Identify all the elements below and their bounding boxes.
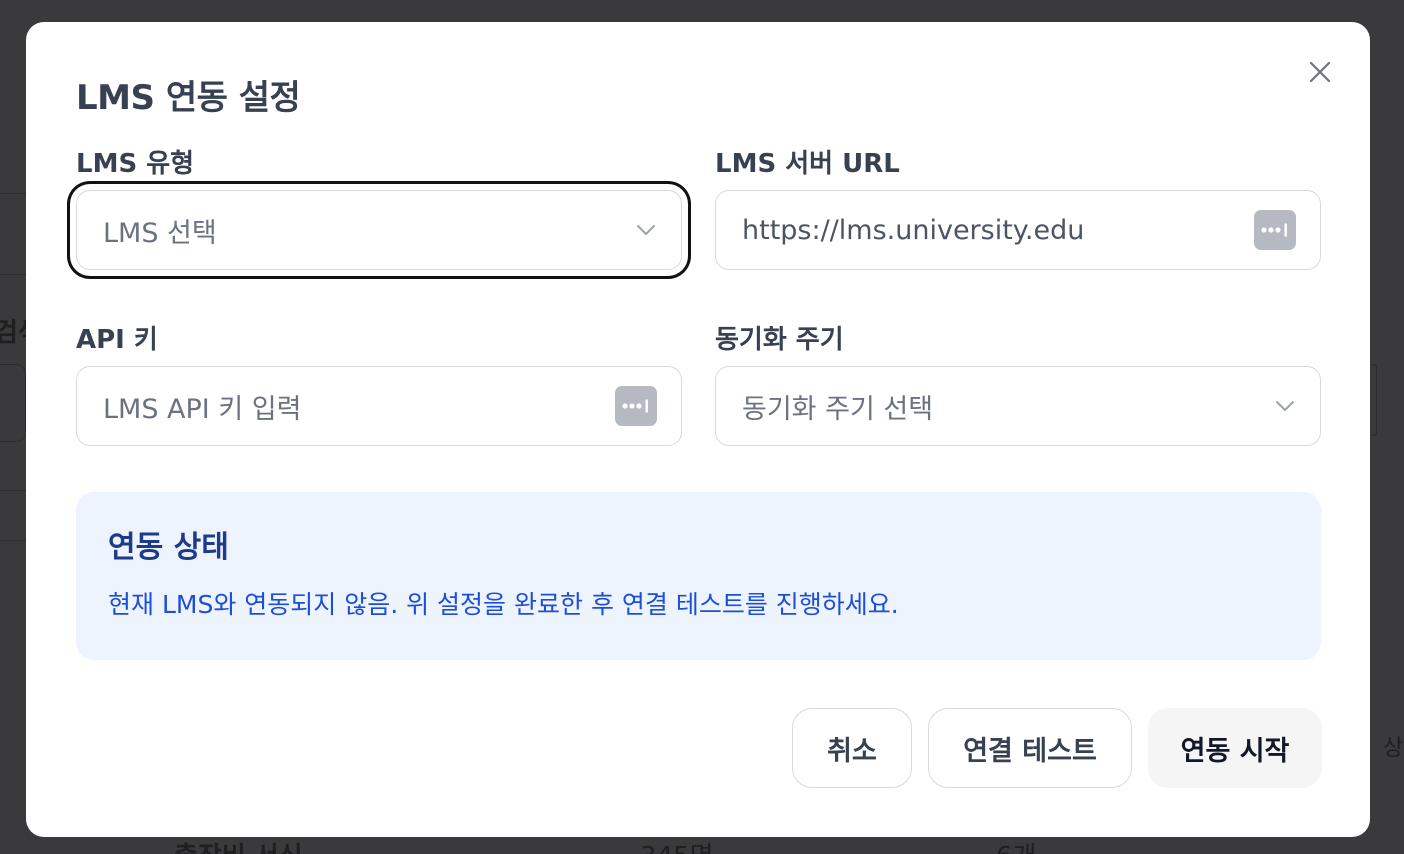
lms-integration-dialog: LMS 연동 설정 LMS 유형 LMS 선택 LMS 서버 URL https…	[26, 22, 1370, 837]
background-text: 345명	[640, 836, 714, 854]
background-divider	[0, 540, 26, 541]
server-url-placeholder: https://lms.university.edu	[742, 214, 1085, 246]
background-divider	[0, 490, 26, 491]
background-input	[0, 364, 26, 442]
background-divider	[0, 274, 26, 275]
password-manager-icon[interactable]	[615, 386, 657, 426]
server-url-field: LMS 서버 URL https://lms.university.edu	[715, 148, 1321, 270]
api-key-input[interactable]: LMS API 키 입력	[76, 366, 682, 446]
background-text: 6개	[996, 836, 1036, 854]
api-key-field: API 키 LMS API 키 입력	[76, 324, 682, 446]
background-input	[1370, 364, 1377, 436]
lms-type-label: LMS 유형	[76, 149, 195, 179]
sync-interval-placeholder: 동기화 주기 선택	[742, 393, 934, 425]
sync-interval-label: 동기화 주기	[715, 325, 844, 355]
lms-type-field: LMS 유형 LMS 선택	[76, 148, 682, 270]
password-manager-icon[interactable]	[1254, 210, 1296, 250]
close-button[interactable]	[1306, 58, 1334, 86]
api-key-label: API 키	[76, 325, 158, 355]
close-icon	[1309, 61, 1331, 83]
integration-status-panel: 연동 상태 현재 LMS와 연동되지 않음. 위 설정을 완료한 후 연결 테스…	[76, 492, 1321, 660]
connection-test-button[interactable]: 연결 테스트	[928, 708, 1132, 788]
dialog-title: LMS 연동 설정	[76, 78, 301, 118]
cancel-button[interactable]: 취소	[792, 708, 912, 788]
chevron-down-icon	[1274, 395, 1296, 417]
sync-interval-select[interactable]: 동기화 주기 선택	[715, 366, 1321, 446]
chevron-down-icon	[635, 219, 657, 241]
api-key-placeholder: LMS API 키 입력	[103, 393, 302, 425]
background-text: 상	[1383, 736, 1404, 761]
server-url-input[interactable]: https://lms.university.edu	[715, 190, 1321, 270]
background-divider	[0, 193, 26, 194]
status-title: 연동 상태	[108, 530, 229, 565]
lms-type-select[interactable]: LMS 선택	[76, 190, 682, 270]
start-integration-button[interactable]: 연동 시작	[1148, 708, 1322, 788]
status-message: 현재 LMS와 연동되지 않음. 위 설정을 완료한 후 연결 테스트를 진행하…	[108, 590, 899, 619]
lms-type-placeholder: LMS 선택	[103, 217, 217, 249]
server-url-label: LMS 서버 URL	[715, 149, 900, 179]
background-text: 출장비 서식	[174, 836, 303, 854]
sync-interval-field: 동기화 주기 동기화 주기 선택	[715, 324, 1321, 446]
